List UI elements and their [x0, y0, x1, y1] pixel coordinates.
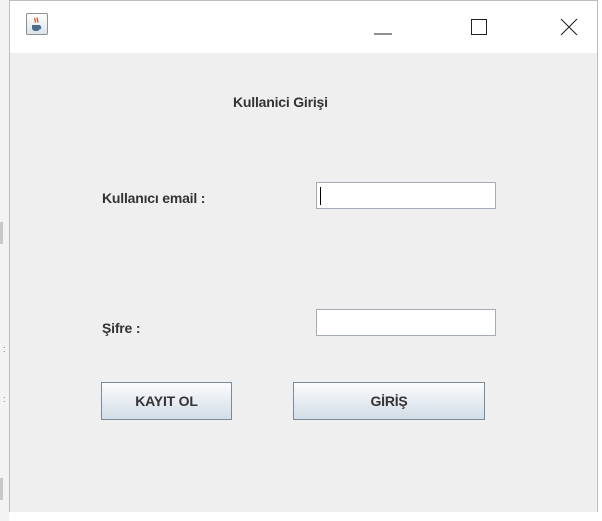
maximize-icon: [471, 19, 487, 35]
text-caret: [320, 187, 321, 205]
background-strip: [0, 0, 9, 521]
background-mark: [0, 222, 3, 244]
background-mark: [0, 478, 3, 500]
title-bar[interactable]: [10, 1, 597, 53]
maximize-button[interactable]: [456, 1, 502, 53]
register-button[interactable]: KAYIT OL: [101, 382, 232, 420]
background-dot: :: [3, 344, 6, 354]
login-button[interactable]: GİRİŞ: [293, 382, 485, 420]
close-button[interactable]: [546, 1, 592, 53]
password-label: Şifre :: [102, 320, 141, 336]
login-window: Kullanici Girişi Kullanıcı email : Şifre…: [9, 0, 598, 512]
minimize-icon: [374, 33, 392, 35]
content-pane: Kullanici Girişi Kullanıcı email : Şifre…: [10, 53, 597, 512]
email-label: Kullanıcı email :: [102, 190, 206, 206]
background-dot: :: [3, 394, 6, 404]
form-title: Kullanici Girişi: [233, 94, 328, 110]
email-field[interactable]: [316, 182, 496, 209]
close-icon: [560, 18, 578, 36]
password-field[interactable]: [316, 309, 496, 336]
minimize-button[interactable]: [360, 1, 406, 53]
java-cup-icon[interactable]: [26, 13, 48, 35]
